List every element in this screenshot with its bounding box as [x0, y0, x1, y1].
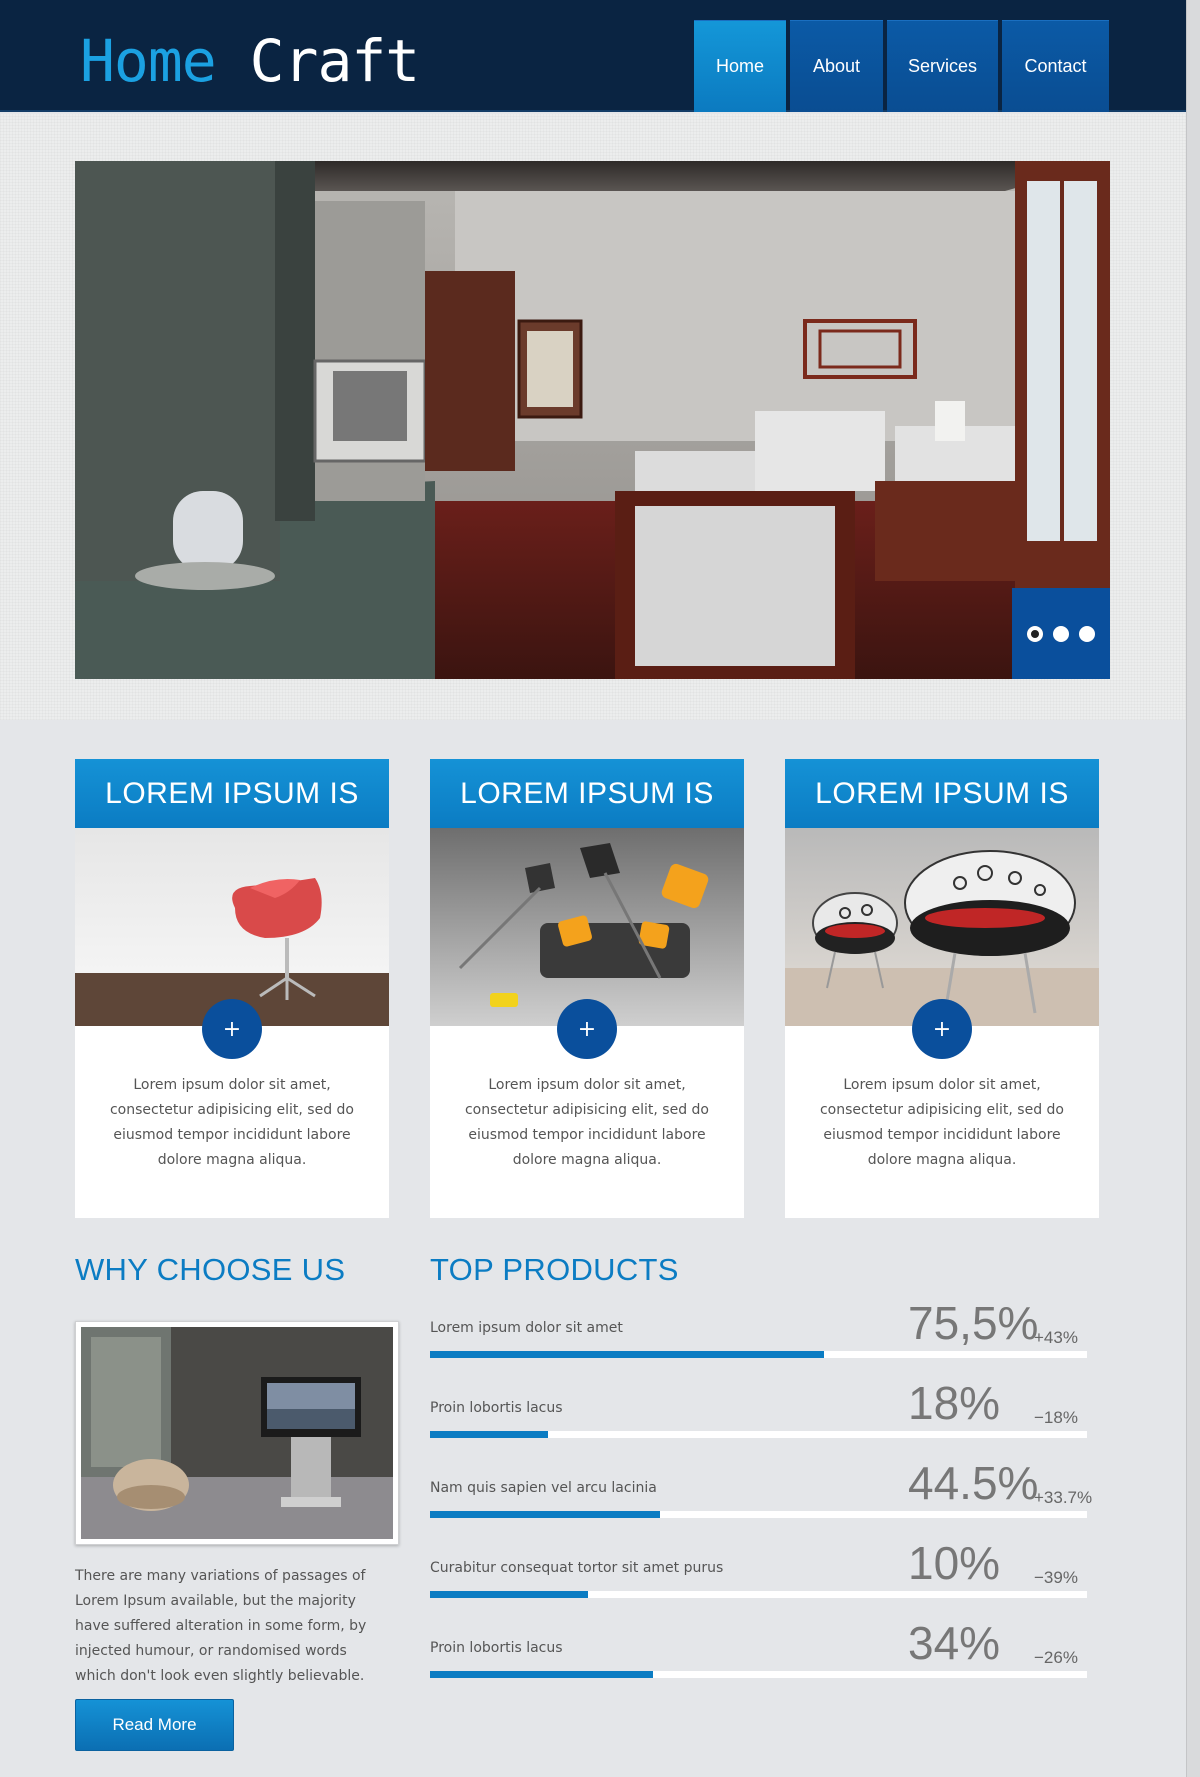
product-change: −18% [1034, 1408, 1078, 1427]
logo[interactable]: Home Craft [80, 27, 421, 95]
product-progress-track [430, 1351, 1087, 1358]
product-progress-track [430, 1511, 1087, 1518]
nav-home[interactable]: Home [694, 20, 786, 112]
card-description: Lorem ipsum dolor sit amet, consectetur … [464, 1077, 709, 1168]
product-label: Nam quis sapien vel arcu lacinia [430, 1480, 657, 1496]
hero-room-image [75, 161, 1110, 679]
feature-card-1: LOREM IPSUM IS + Lorem ipsum dolor sit a… [75, 759, 389, 1218]
card-title: LOREM IPSUM IS [430, 759, 744, 828]
product-row: Lorem ipsum dolor sit amet 75,5% +43% [430, 1288, 1087, 1358]
product-percent: 18% [908, 1377, 1001, 1429]
card-image-lamps-sofa [430, 828, 744, 1026]
hero-slider [75, 161, 1110, 679]
top-products-title: TOP PRODUCTS [430, 1252, 679, 1287]
slider-dot-3[interactable] [1079, 625, 1095, 642]
nav-about[interactable]: About [790, 20, 883, 112]
site-header: Home Craft Home About Services Contact [0, 0, 1186, 112]
logo-part-home: Home [80, 27, 217, 95]
card-description: Lorem ipsum dolor sit amet, consectetur … [109, 1077, 354, 1168]
product-change: +33.7% [1034, 1488, 1093, 1507]
product-label: Proin lobortis lacus [430, 1400, 563, 1416]
feature-card-3: LOREM IPSUM IS + Lorem ipsum dolor sit a… [785, 759, 1099, 1218]
product-label: Proin lobortis lacus [430, 1640, 563, 1656]
product-row: Curabitur consequat tortor sit amet puru… [430, 1528, 1087, 1598]
product-row: Proin lobortis lacus 34% −26% [430, 1608, 1087, 1678]
main-nav: Home About Services Contact [694, 20, 1113, 112]
page-scrollbar[interactable] [1186, 0, 1200, 1777]
product-progress-fill [430, 1671, 654, 1678]
product-progress-fill [430, 1511, 660, 1518]
slider-dot-1[interactable] [1027, 625, 1043, 642]
why-photo-tv-room [81, 1327, 393, 1539]
product-row: Nam quis sapien vel arcu lacinia 44.5% +… [430, 1448, 1092, 1518]
product-progress-track [430, 1431, 1087, 1438]
why-photo-frame [75, 1321, 399, 1545]
product-progress-track [430, 1591, 1087, 1598]
slider-dots [1012, 588, 1110, 679]
card-image-red-chair [75, 828, 389, 1026]
read-more-button[interactable]: Read More [75, 1699, 234, 1751]
card-title: LOREM IPSUM IS [75, 759, 389, 828]
card-image-pod-chairs [785, 828, 1099, 1026]
product-percent: 75,5% [908, 1297, 1039, 1349]
logo-part-craft: Craft [249, 27, 421, 95]
why-choose-us-title: WHY CHOOSE US [75, 1252, 346, 1287]
product-percent: 34% [908, 1617, 1001, 1669]
card-title: LOREM IPSUM IS [785, 759, 1099, 828]
product-progress-fill [430, 1351, 825, 1358]
product-change: −26% [1034, 1648, 1078, 1667]
product-change: −39% [1034, 1568, 1078, 1587]
product-label: Curabitur consequat tortor sit amet puru… [430, 1560, 724, 1576]
product-percent: 10% [908, 1537, 1001, 1589]
product-percent: 44.5% [908, 1457, 1039, 1509]
nav-contact[interactable]: Contact [1002, 20, 1109, 112]
product-label: Lorem ipsum dolor sit amet [430, 1320, 623, 1336]
card-expand-button[interactable]: + [912, 999, 972, 1059]
product-change: +43% [1034, 1328, 1078, 1347]
why-description: There are many variations of passages of… [75, 1568, 367, 1684]
product-progress-track [430, 1671, 1087, 1678]
slider-dot-2[interactable] [1053, 625, 1069, 642]
nav-services[interactable]: Services [887, 20, 998, 112]
product-progress-fill [430, 1431, 549, 1438]
card-expand-button[interactable]: + [202, 999, 262, 1059]
product-row: Proin lobortis lacus 18% −18% [430, 1368, 1087, 1438]
card-description: Lorem ipsum dolor sit amet, consectetur … [819, 1077, 1064, 1168]
feature-card-2: LOREM IPSUM IS + Lorem ipsum dolor sit a… [430, 759, 744, 1218]
card-expand-button[interactable]: + [557, 999, 617, 1059]
product-progress-fill [430, 1591, 588, 1598]
